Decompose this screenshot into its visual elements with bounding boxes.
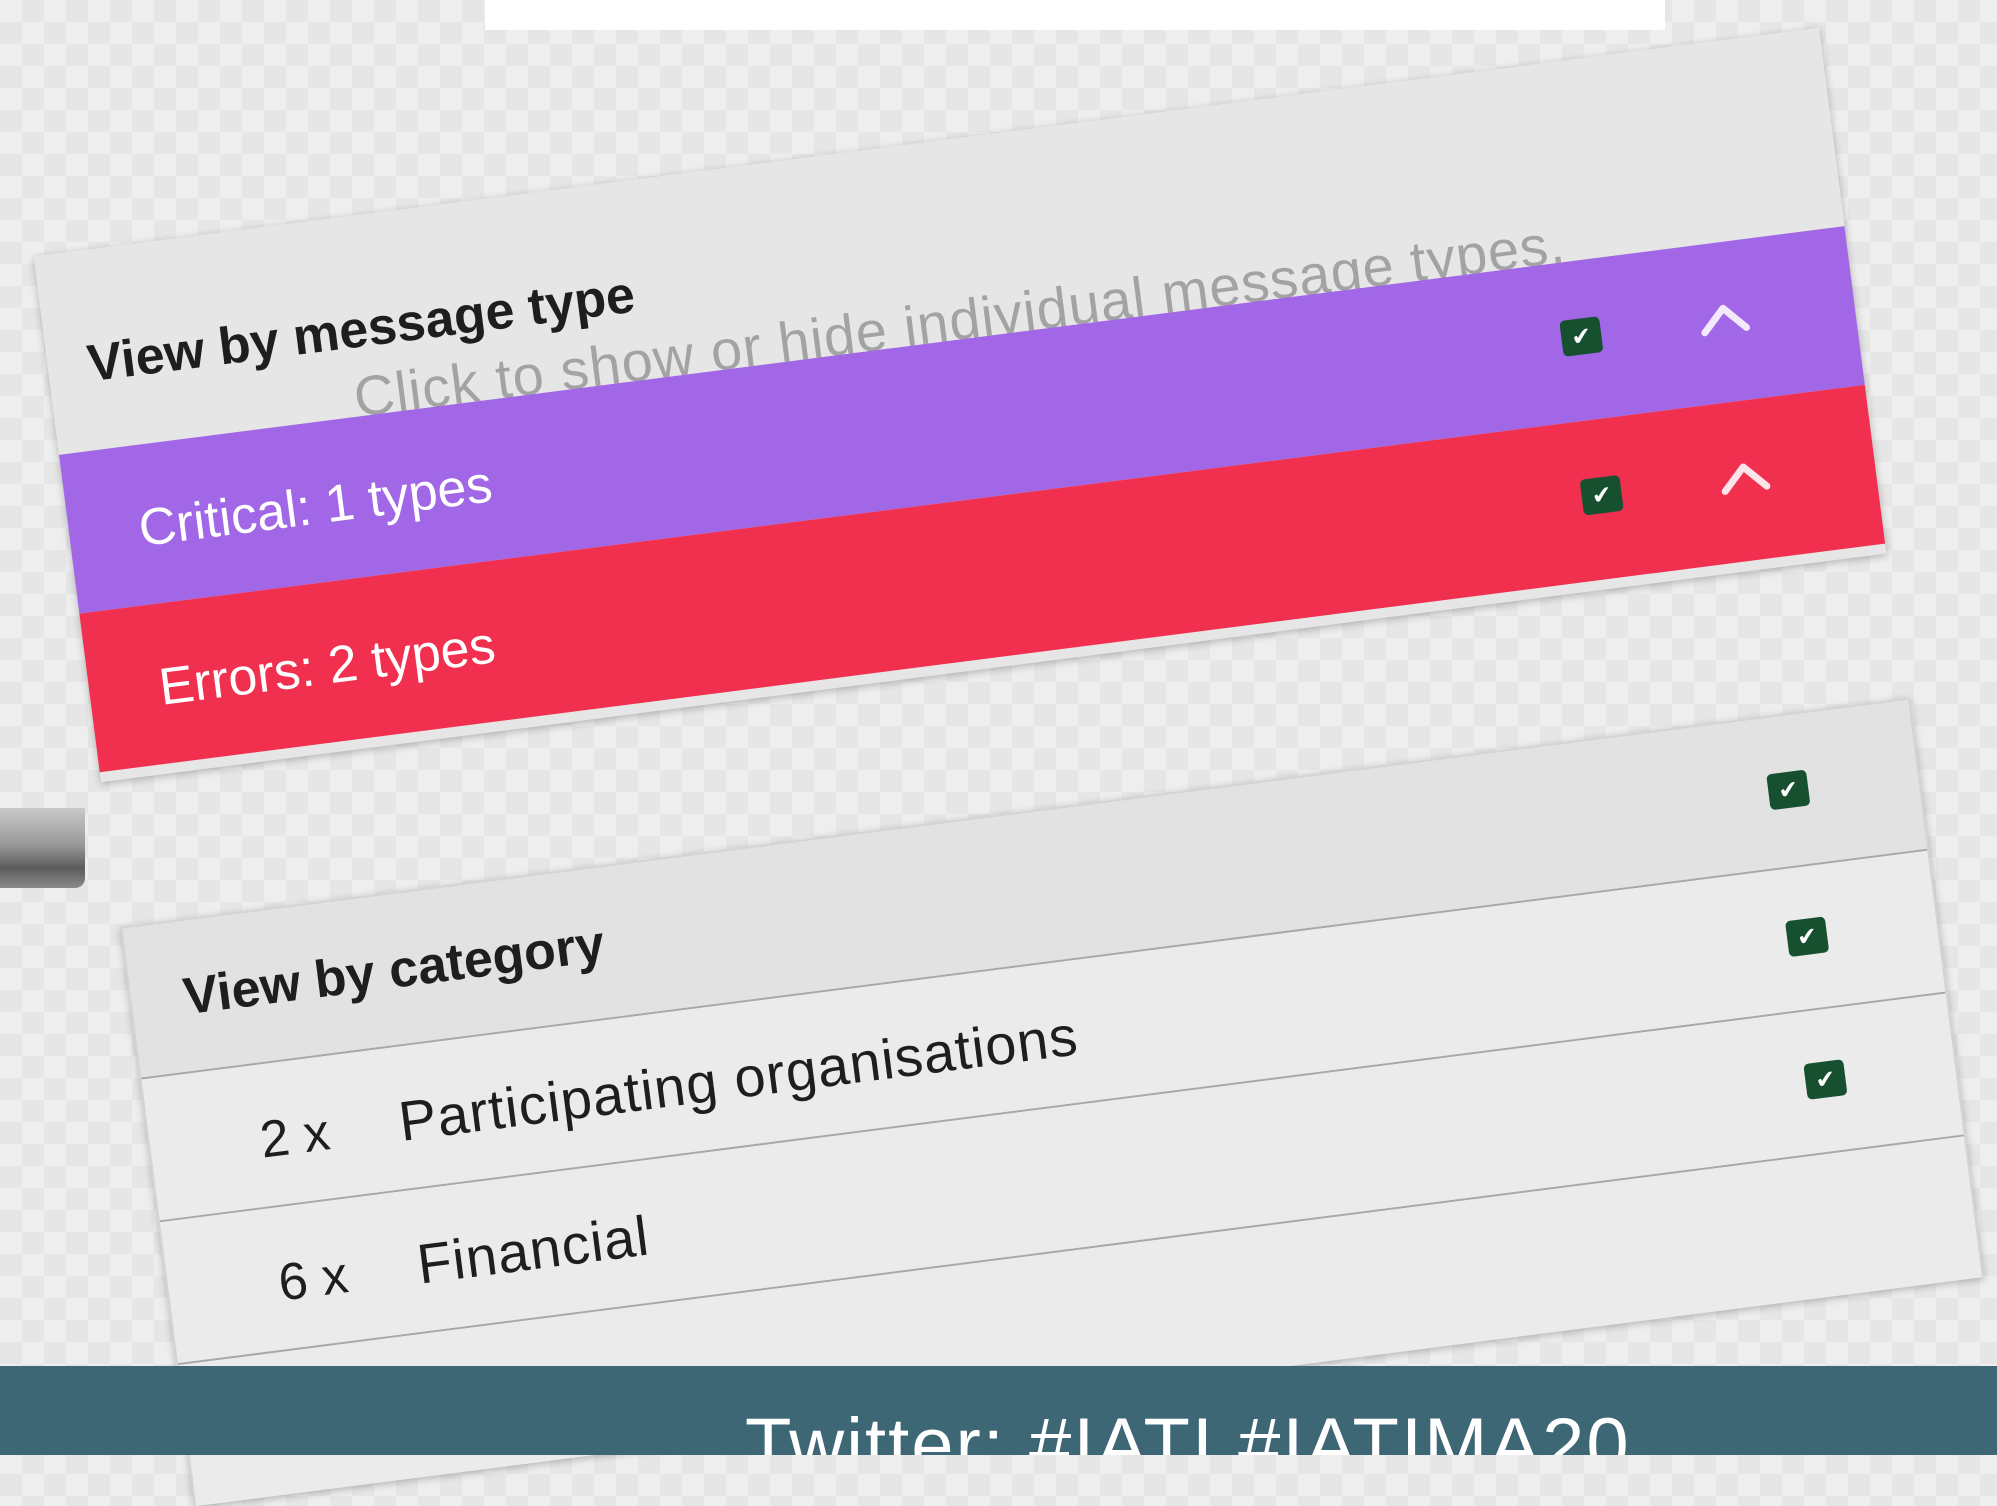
category-title: View by category [179, 914, 608, 1027]
footer-bar: Twitter: #IATI #IATIMA20 [0, 1366, 1997, 1455]
side-scroll-bar [0, 808, 85, 888]
category-count: 6 x [275, 1246, 352, 1313]
participating-checkbox-icon[interactable]: ✔ [1784, 916, 1830, 958]
category-name: Financial [413, 1203, 653, 1296]
top-white-strip [485, 0, 1665, 30]
critical-chevron-up-icon[interactable] [1692, 287, 1757, 352]
critical-checkbox-icon[interactable]: ✔ [1559, 316, 1604, 357]
financial-checkbox-icon[interactable]: ✔ [1803, 1059, 1848, 1100]
critical-label: Critical: 1 types [135, 455, 496, 559]
message-type-panel: View by message type Click to show or hi… [33, 27, 1887, 783]
errors-label: Errors: 2 types [155, 616, 499, 717]
errors-checkbox-icon[interactable]: ✔ [1579, 474, 1624, 516]
category-count: 2 x [256, 1103, 334, 1170]
category-header-checkbox-icon[interactable]: ✔ [1766, 769, 1811, 811]
errors-chevron-up-icon[interactable] [1712, 445, 1777, 510]
footer-twitter-text: Twitter: #IATI #IATIMA20 [745, 1403, 1631, 1455]
